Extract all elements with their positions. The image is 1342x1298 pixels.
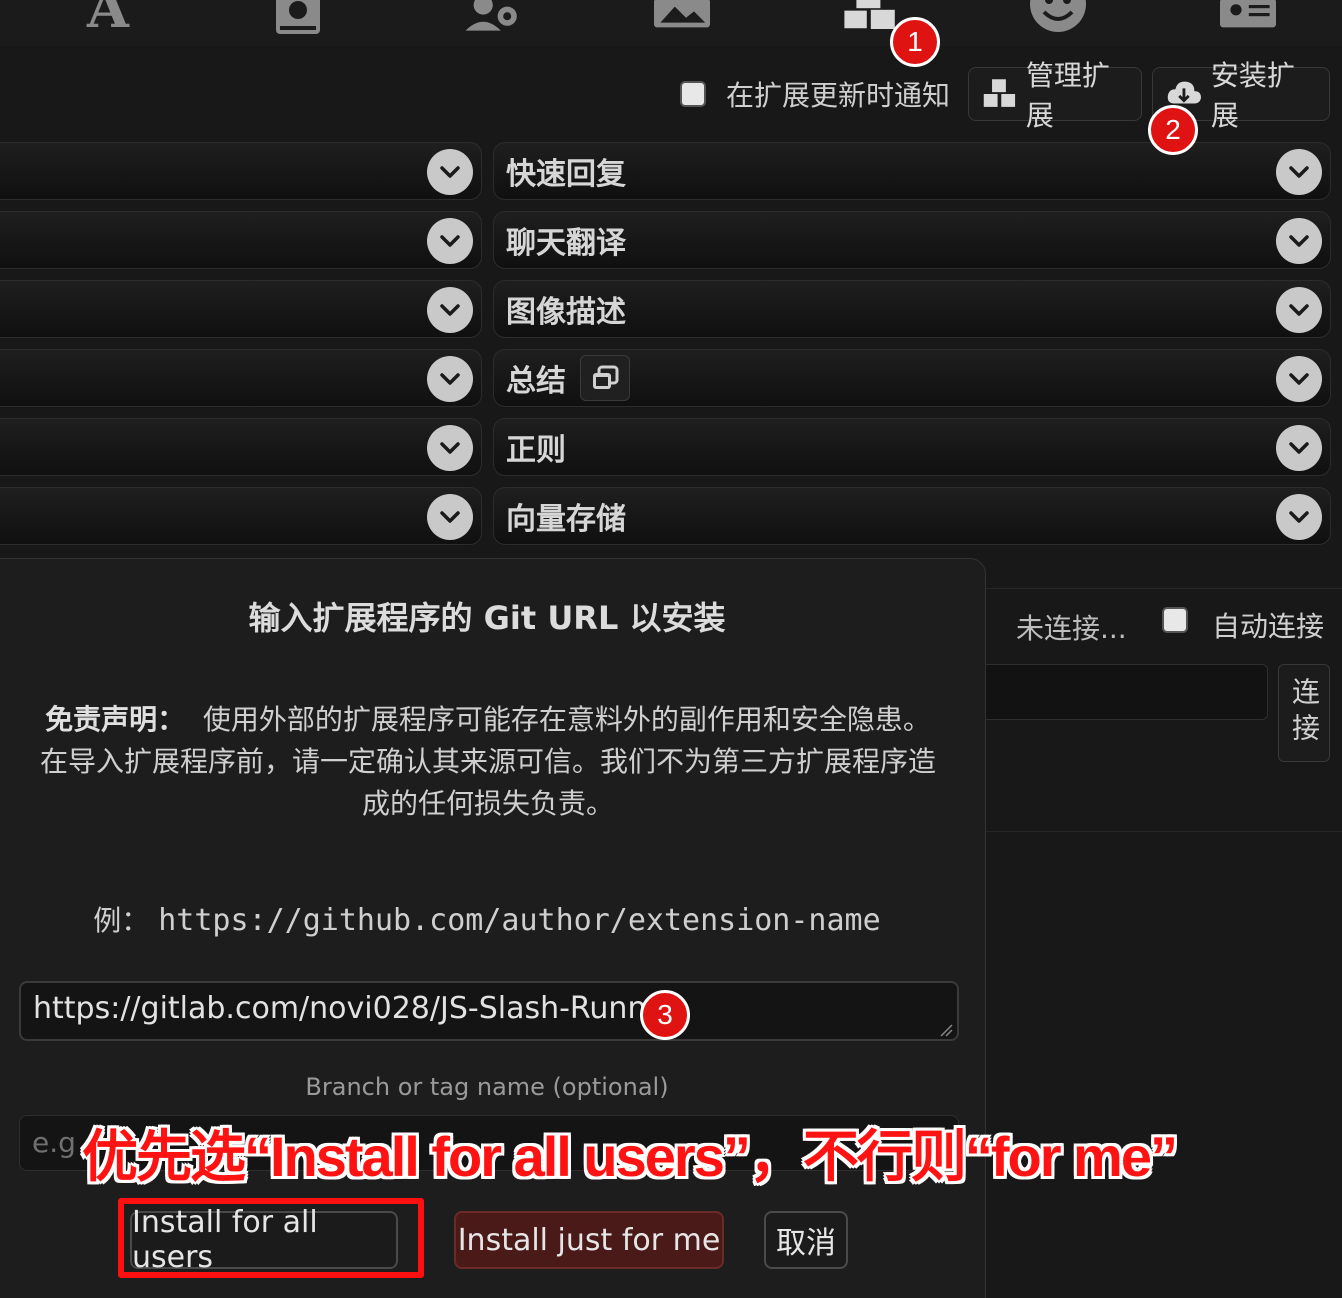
drawer-left-4[interactable] (0, 418, 482, 476)
drawer-2[interactable]: 图像描述 (493, 280, 1331, 338)
drawer-left-2[interactable] (0, 280, 482, 338)
auto-connect-checkbox[interactable] (1162, 607, 1188, 633)
drawer-title: 总结 (506, 364, 566, 399)
connection-status: 未连接... (1016, 612, 1127, 645)
extensions-toolbar: 在扩展更新时通知 管理扩展 安装扩展 (679, 59, 1330, 132)
disclaimer-label: 免责声明： (45, 703, 186, 736)
drawer-left-3[interactable] (0, 349, 482, 407)
window-restore-icon[interactable] (580, 355, 630, 401)
chevron-down-icon[interactable] (1276, 494, 1322, 540)
chevron-down-icon[interactable] (427, 356, 473, 402)
disclaimer: 免责声明： 使用外部的扩展程序可能存在意料外的副作用和安全隐患。在导入扩展程序前… (33, 699, 943, 825)
id-card-icon[interactable] (1216, 0, 1280, 42)
notify-update-toggle[interactable]: 在扩展更新时通知 (679, 74, 950, 114)
chevron-down-icon[interactable] (427, 494, 473, 540)
resize-grip-icon[interactable] (939, 1023, 953, 1037)
cubes-icon (983, 79, 1016, 107)
install-extension-label: 安装扩展 (1210, 59, 1295, 132)
example-line: 例： https://github.com/author/extension-n… (0, 899, 987, 939)
drawer-4[interactable]: 正则 (493, 418, 1331, 476)
drawer-5[interactable]: 向量存储 (493, 487, 1331, 545)
chevron-down-icon[interactable] (427, 425, 473, 471)
step-badge-3: 3 (640, 990, 690, 1040)
branch-label: Branch or tag name (optional) (305, 1073, 669, 1101)
manage-extensions-button[interactable]: 管理扩展 (968, 59, 1142, 132)
notify-checkbox[interactable] (679, 81, 706, 107)
drawer-0[interactable]: 快速回复 (493, 142, 1331, 200)
manage-extensions-label: 管理扩展 (1025, 59, 1110, 132)
highlight-frame (118, 1198, 424, 1278)
git-url-value: https://gitlab.com/novi028/JS-Slash-Runn… (33, 991, 678, 1026)
drawer-left-0[interactable] (0, 142, 482, 200)
drawer-3[interactable]: 总结 (493, 349, 1331, 407)
auto-connect-label: 自动连接 (1212, 610, 1325, 643)
git-url-input[interactable]: https://gitlab.com/novi028/JS-Slash-Runn… (19, 981, 959, 1041)
chevron-down-icon[interactable] (1276, 356, 1322, 402)
connection-url-input[interactable] (976, 664, 1268, 720)
drawer-left-1[interactable] (0, 211, 482, 269)
chevron-down-icon[interactable] (1276, 287, 1322, 333)
drawer-title: 向量存储 (506, 502, 626, 537)
top-icon-bar: A (0, 0, 1342, 48)
app-root: A 在扩展更新时通知 管理扩展 安装扩展 快速回复 聊天翻译 图像描述 总结 正… (0, 0, 1342, 1298)
dialog-title: 输入扩展程序的 Git URL 以安装 (248, 599, 726, 637)
connect-button[interactable]: 连接 (1278, 664, 1330, 762)
drawer-title: 快速回复 (506, 157, 626, 192)
chevron-down-icon[interactable] (1276, 149, 1322, 195)
step-badge-1: 1 (890, 17, 940, 67)
step-badge-2: 2 (1148, 105, 1198, 155)
cancel-button[interactable]: 取消 (764, 1211, 848, 1269)
connection-panel: 未连接... 自动连接 连接 (976, 588, 1342, 832)
annotation-note: 优先选“Install for all users”，不行则“for me” (82, 1125, 1178, 1188)
user-settings-icon[interactable] (460, 0, 524, 42)
chevron-down-icon[interactable] (427, 287, 473, 333)
example-label: 例： (93, 904, 150, 937)
chevron-down-icon[interactable] (1276, 425, 1322, 471)
drawer-title: 聊天翻译 (506, 226, 626, 261)
chevron-down-icon[interactable] (1276, 218, 1322, 264)
drawer-1[interactable]: 聊天翻译 (493, 211, 1331, 269)
drawer-left-5[interactable] (0, 487, 482, 545)
install-just-for-me-button[interactable]: Install just for me (454, 1211, 724, 1269)
chevron-down-icon[interactable] (427, 149, 473, 195)
notify-label: 在扩展更新时通知 (725, 79, 950, 112)
chevron-down-icon[interactable] (427, 218, 473, 264)
book-icon[interactable] (266, 0, 330, 42)
text-format-icon[interactable]: A (76, 0, 140, 42)
branch-placeholder: e.g (32, 1126, 76, 1159)
example-url: https://github.com/author/extension-name (158, 903, 881, 938)
smiley-icon[interactable] (1026, 0, 1090, 42)
drawer-title: 图像描述 (506, 295, 626, 330)
drawer-title: 正则 (506, 433, 566, 468)
image-icon[interactable] (650, 0, 714, 42)
